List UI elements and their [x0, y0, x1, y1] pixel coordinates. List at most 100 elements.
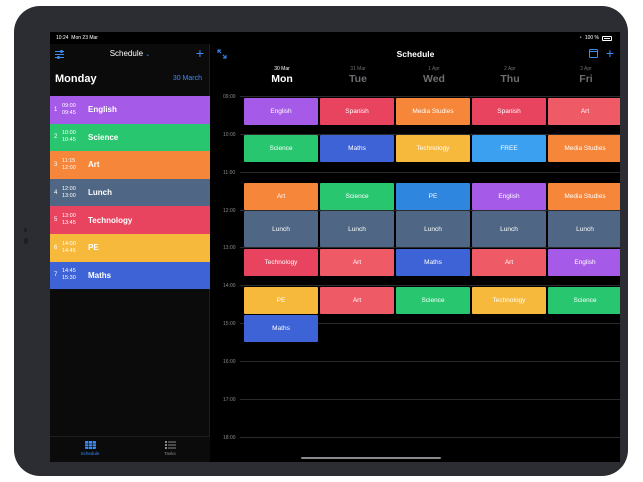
lesson-start: 13:00	[62, 213, 76, 220]
day-name: Monday	[55, 73, 97, 85]
day-header: Monday 30 March	[50, 64, 210, 94]
timetable-cell[interactable]: Media Studies	[396, 98, 470, 125]
lesson-number: 6	[54, 244, 58, 251]
hour-label: 14:00	[223, 283, 236, 289]
calendar-grid-icon	[84, 441, 96, 449]
lesson-subject: English	[88, 105, 117, 115]
timetable-cell[interactable]: Maths	[320, 135, 394, 162]
timetable-cell[interactable]: Lunch	[548, 211, 620, 247]
hour-label: 18:00	[223, 435, 236, 441]
ipad-frame: 10:24 Mon 23 Mar ◔ 100 % Schedule ⌄ + Mo…	[14, 6, 628, 476]
timetable-cell[interactable]: Science	[320, 183, 394, 210]
sidebar: Schedule ⌄ + Monday 30 March 1 09:00 09:45…	[50, 44, 210, 462]
lesson-start: 10:00	[62, 130, 76, 137]
add-lesson-button[interactable]: +	[196, 45, 204, 61]
timetable-cell[interactable]: Lunch	[472, 211, 546, 247]
day-column-header[interactable]: 3 Apr Fri	[548, 66, 620, 85]
lesson-times: 14:00 14:45	[62, 241, 88, 255]
lesson-times: 11:15 12:00	[62, 158, 88, 172]
lesson-item[interactable]: 7 14:45 15:30 Maths	[50, 261, 210, 290]
lesson-subject: Maths	[88, 270, 112, 280]
tab-schedule[interactable]: Schedule	[50, 441, 130, 456]
timetable-cell[interactable]: Technology	[472, 287, 546, 314]
day-column-name: Wed	[423, 73, 445, 85]
lesson-item[interactable]: 5 13:00 13:45 Technology	[50, 206, 210, 234]
timetable-cell[interactable]: Art	[244, 183, 318, 210]
timetable-cell[interactable]: Maths	[244, 315, 318, 342]
timetable-cell[interactable]: PE	[396, 183, 470, 210]
timetable-cell[interactable]: Art	[320, 287, 394, 314]
lesson-subject: Lunch	[88, 188, 112, 198]
timetable-cell[interactable]: Spanish	[320, 98, 394, 125]
day-date-button[interactable]: 30 March	[173, 75, 202, 82]
day-headers: 30 Mar Mon 31 Mar Tue 1 Apr Wed 2 Apr Thu 3 Apr F…	[211, 64, 620, 94]
add-button[interactable]: +	[606, 45, 614, 61]
hour-line	[240, 96, 620, 97]
lesson-item[interactable]: 1 09:00 09:45 English	[50, 96, 210, 124]
lesson-number: 3	[54, 161, 58, 168]
lesson-item[interactable]: 3 11:15 12:00 Art	[50, 151, 210, 179]
day-column-header[interactable]: 30 Mar Mon	[244, 66, 320, 85]
sidebar-toolbar: Schedule ⌄ +	[50, 44, 210, 64]
hour-label: 13:00	[223, 245, 236, 251]
lesson-item[interactable]: 2 10:00 10:45 Science	[50, 123, 210, 152]
timetable-cell[interactable]: Technology	[244, 249, 318, 276]
lesson-start: 12:00	[62, 185, 76, 192]
hour-line	[240, 285, 620, 286]
calendar-icon[interactable]	[589, 49, 598, 58]
timetable-cell[interactable]: English	[548, 249, 620, 276]
hour-line	[240, 172, 620, 173]
day-column-date: 3 Apr	[580, 66, 592, 72]
timetable-cell[interactable]: Technology	[396, 135, 470, 162]
day-column-header[interactable]: 31 Mar Tue	[320, 66, 396, 85]
day-column-header[interactable]: 1 Apr Wed	[396, 66, 472, 85]
timetable-cell[interactable]: Science	[396, 287, 470, 314]
timetable-cell[interactable]: Maths	[396, 249, 470, 276]
timetable-cell[interactable]: Spanish	[472, 98, 546, 125]
lesson-times: 13:00 13:45	[62, 213, 88, 227]
lesson-subject: Art	[88, 160, 100, 170]
status-time: 10:24 Mon 23 Mar	[56, 35, 98, 41]
timetable-cell[interactable]: Media Studies	[548, 135, 620, 162]
tab-bar: Schedule Tasks	[50, 436, 210, 462]
hour-label: 16:00	[223, 359, 236, 365]
hour-line	[240, 361, 620, 362]
timetable-cell[interactable]: Media Studies	[548, 183, 620, 210]
lesson-number: 7	[54, 272, 58, 279]
side-button	[24, 238, 28, 244]
lesson-item[interactable]: 6 14:00 14:45 PE	[50, 233, 210, 262]
tab-tasks[interactable]: Tasks	[130, 441, 210, 456]
day-column-header[interactable]: 2 Apr Thu	[472, 66, 548, 85]
timetable-grid: 09:00 10:00 11:00 12:00 13:00 14:00 15:00 16:00…	[211, 94, 620, 462]
hour-label: 09:00	[223, 94, 236, 100]
lesson-end: 12:00	[62, 164, 76, 171]
lesson-end: 10:45	[62, 137, 76, 144]
timetable-cell[interactable]: Art	[320, 249, 394, 276]
lesson-end: 09:45	[62, 109, 76, 116]
timetable-cell[interactable]: FREE	[472, 135, 546, 162]
hour-label: 12:00	[223, 208, 236, 214]
timetable-cell[interactable]: English	[472, 183, 546, 210]
lesson-end: 13:45	[62, 220, 76, 227]
hour-label: 11:00	[223, 170, 236, 176]
timetable-cell[interactable]: Art	[548, 98, 620, 125]
lesson-subject: Science	[88, 132, 119, 142]
lesson-subject: Technology	[88, 215, 133, 225]
timetable-cell[interactable]: English	[244, 98, 318, 125]
hour-label: 17:00	[223, 397, 236, 403]
timetable-cell[interactable]: Science	[244, 135, 318, 162]
lesson-start: 09:00	[62, 102, 76, 109]
tab-tasks-label: Tasks	[164, 451, 176, 456]
timetable-cell[interactable]: PE	[244, 287, 318, 314]
timetable-cell[interactable]: Science	[548, 287, 620, 314]
schedule-selector[interactable]: Schedule ⌄	[50, 49, 210, 58]
timetable-cell[interactable]: Lunch	[396, 211, 470, 247]
tab-schedule-label: Schedule	[80, 451, 100, 456]
hour-label: 10:00	[223, 132, 236, 138]
side-button	[24, 228, 27, 232]
timetable-cell[interactable]: Lunch	[320, 211, 394, 247]
lesson-times: 10:00 10:45	[62, 130, 88, 144]
timetable-cell[interactable]: Art	[472, 249, 546, 276]
lesson-item[interactable]: 4 12:00 13:00 Lunch	[50, 178, 210, 207]
timetable-cell[interactable]: Lunch	[244, 211, 318, 247]
